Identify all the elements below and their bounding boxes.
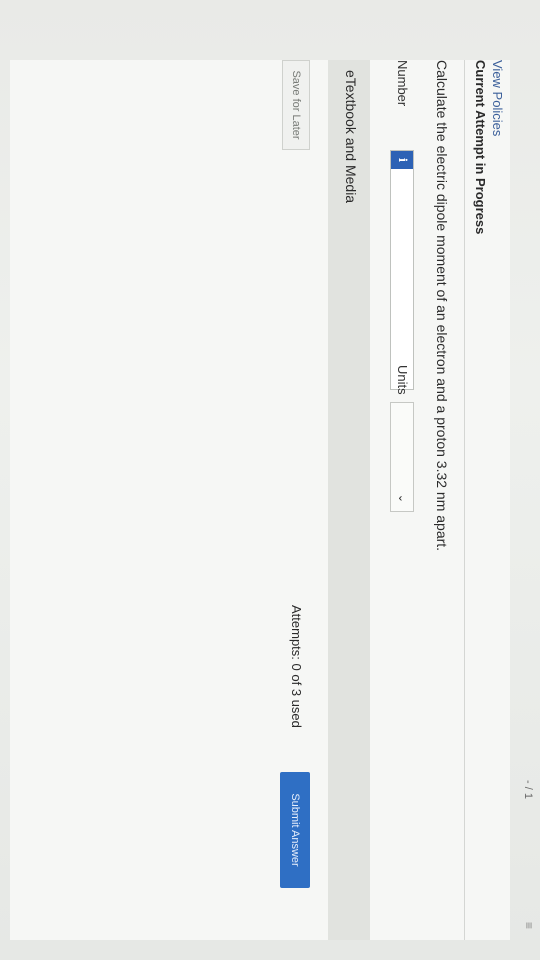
save-for-later-button[interactable]: Save for Later [282,60,310,150]
number-label: Number [395,60,410,107]
etextbook-media-panel[interactable]: eTextbook and Media [328,60,370,940]
question-text: Calculate the electric dipole moment of … [434,60,450,552]
grid-menu-icon[interactable]: ≡ [522,922,536,929]
attempts-counter: Attempts: 0 of 3 used [289,605,304,728]
info-icon[interactable]: i [391,151,413,169]
chevron-down-icon: ⌄ [396,493,408,503]
number-input[interactable]: i [390,150,414,390]
units-select[interactable]: ⌄ [390,402,414,512]
attempt-status-title: Current Attempt in Progress [473,60,488,235]
submit-answer-button[interactable]: Submit Answer [280,772,310,888]
etextbook-media-label: eTextbook and Media [343,70,359,204]
view-policies-link[interactable]: View Policies [490,60,505,136]
header-divider [464,60,465,940]
page-counter: - / 1 [522,780,534,799]
question-card: View Policies Current Attempt in Progres… [10,60,510,940]
page-viewport: ≡ - / 1 View Policies Current Attempt in… [0,0,540,960]
units-label: Units [395,365,410,395]
